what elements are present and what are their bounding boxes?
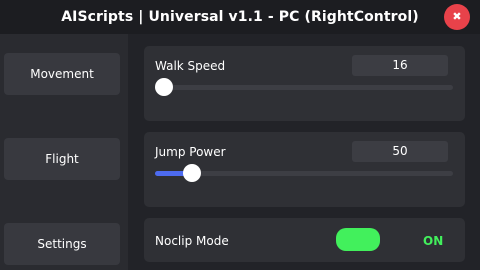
- walk-speed-slider-track[interactable]: [155, 78, 453, 96]
- noclip-toggle[interactable]: [336, 228, 380, 251]
- sidebar: Movement Flight Settings: [0, 34, 128, 270]
- walk-speed-input[interactable]: 16: [352, 55, 448, 76]
- noclip-panel: Noclip Mode ON: [144, 218, 465, 262]
- app-window: AIScripts | Universal v1.1 - PC (RightCo…: [0, 0, 480, 270]
- noclip-label: Noclip Mode: [155, 234, 229, 248]
- window-title: AIScripts | Universal v1.1 - PC (RightCo…: [61, 9, 419, 25]
- title-bar[interactable]: AIScripts | Universal v1.1 - PC (RightCo…: [0, 0, 480, 34]
- noclip-state-text: ON: [423, 234, 444, 248]
- jump-power-label: Jump Power: [155, 145, 226, 159]
- sidebar-item-settings[interactable]: Settings: [4, 223, 120, 265]
- walk-speed-panel: Walk Speed 16: [144, 46, 465, 121]
- sidebar-item-movement[interactable]: Movement: [4, 53, 120, 95]
- walk-speed-label: Walk Speed: [155, 59, 226, 73]
- jump-power-panel: Jump Power 50: [144, 132, 465, 207]
- jump-power-input[interactable]: 50: [352, 141, 448, 162]
- jump-power-slider-handle[interactable]: [183, 164, 201, 182]
- sidebar-item-flight[interactable]: Flight: [4, 138, 120, 180]
- walk-speed-slider-handle[interactable]: [155, 78, 173, 96]
- close-button[interactable]: ✖: [444, 4, 470, 30]
- jump-power-slider-track[interactable]: [155, 164, 453, 182]
- close-icon: ✖: [452, 10, 462, 23]
